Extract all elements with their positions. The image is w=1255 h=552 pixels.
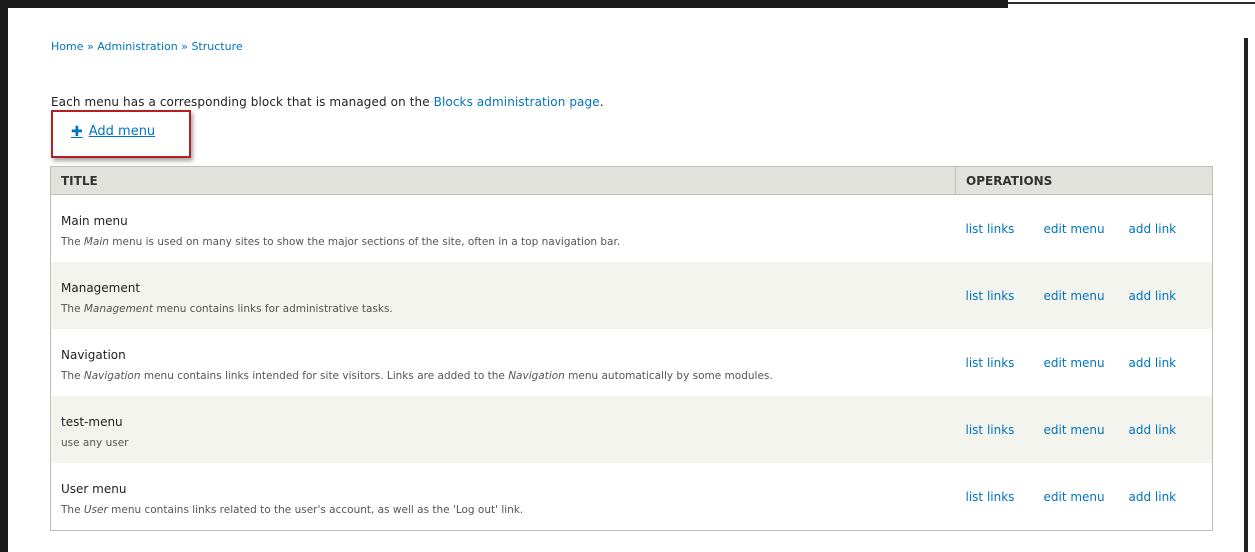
edit-menu-link[interactable]: edit menu	[1044, 222, 1129, 236]
column-header-title: TITLE	[50, 166, 956, 195]
blocks-admin-link[interactable]: Blocks administration page	[434, 95, 600, 109]
window-frame-top-border	[0, 0, 1008, 8]
operations-cell: list links edit menu add link	[955, 262, 1213, 329]
table-row: User menu The User menu contains links r…	[50, 463, 1213, 531]
menu-description: The Management menu contains links for a…	[61, 303, 956, 315]
breadcrumb-separator: »	[86, 40, 94, 53]
table-row: Navigation The Navigation menu contains …	[50, 329, 1213, 396]
menu-table: TITLE OPERATIONS Main menu The Main menu…	[50, 166, 1213, 531]
list-links-link[interactable]: list links	[966, 289, 1044, 303]
description-text: menu contains links intended for site vi…	[140, 369, 509, 382]
description-text: menu contains links related to the user'…	[107, 503, 524, 516]
menu-title: Navigation	[61, 347, 126, 362]
add-link-link[interactable]: add link	[1129, 222, 1177, 236]
description-emphasis: Management	[83, 302, 154, 315]
description-emphasis: Main	[83, 235, 109, 248]
description-text: menu is used on many sites to show the m…	[108, 235, 621, 248]
description-text: The	[61, 369, 84, 382]
intro-text-end: .	[599, 95, 604, 109]
operations-cell: list links edit menu add link	[955, 194, 1213, 262]
breadcrumb-home[interactable]: Home	[51, 40, 83, 53]
menu-title: User menu	[61, 481, 127, 496]
menu-title: test-menu	[61, 414, 123, 429]
window-frame-top-border-thin	[1008, 2, 1255, 4]
add-link-link[interactable]: add link	[1129, 289, 1177, 303]
add-link-link[interactable]: add link	[1129, 490, 1177, 504]
add-menu-label: Add menu	[88, 124, 156, 139]
list-links-link[interactable]: list links	[966, 356, 1044, 370]
menu-description: The Main menu is used on many sites to s…	[61, 236, 956, 248]
table-row: Management The Management menu contains …	[50, 262, 1213, 329]
menu-description: The User menu contains links related to …	[61, 504, 956, 516]
description-text: menu contains links for administrative t…	[153, 302, 393, 315]
menu-title: Main menu	[61, 213, 128, 228]
operations-cell: list links edit menu add link	[955, 396, 1213, 463]
breadcrumb-separator: »	[181, 40, 188, 53]
description-emphasis: User	[83, 503, 108, 516]
breadcrumb: Home » Administration » Structure	[51, 40, 243, 53]
operations-cell: list links edit menu add link	[955, 463, 1213, 531]
window-frame-right-border	[1244, 38, 1248, 552]
add-menu-button[interactable]: ✚ Add menu	[71, 124, 155, 139]
table-row: test-menu use any user list links edit me…	[50, 396, 1213, 463]
menu-title-cell: User menu The User menu contains links r…	[50, 463, 956, 531]
description-text: menu automatically by some modules.	[564, 369, 773, 382]
description-text: use any user	[61, 436, 129, 449]
column-header-operations: OPERATIONS	[955, 166, 1213, 195]
menu-description: The Navigation menu contains links inten…	[61, 370, 956, 382]
breadcrumb-structure[interactable]: Structure	[191, 40, 242, 53]
window-frame-left-border	[0, 0, 8, 552]
edit-menu-link[interactable]: edit menu	[1044, 289, 1129, 303]
plus-icon: ✚	[71, 123, 83, 140]
description-emphasis: Navigation	[508, 369, 565, 382]
description-text: The	[61, 235, 84, 248]
menu-title-cell: Management The Management menu contains …	[50, 262, 956, 329]
table-row: Main menu The Main menu is used on many …	[50, 194, 1213, 262]
menu-title-cell: Navigation The Navigation menu contains …	[50, 329, 956, 396]
menu-title-cell: test-menu use any user	[50, 396, 956, 463]
description-text: The	[61, 302, 84, 315]
edit-menu-link[interactable]: edit menu	[1044, 423, 1129, 437]
description-text: The	[61, 503, 84, 516]
list-links-link[interactable]: list links	[966, 423, 1044, 437]
description-emphasis: Navigation	[83, 369, 141, 382]
intro-text: Each menu has a corresponding block that…	[51, 95, 604, 109]
intro-text-body: Each menu has a corresponding block that…	[51, 95, 430, 109]
add-link-link[interactable]: add link	[1129, 423, 1177, 437]
add-link-link[interactable]: add link	[1129, 356, 1177, 370]
list-links-link[interactable]: list links	[966, 490, 1044, 504]
menu-title: Management	[61, 280, 141, 295]
edit-menu-link[interactable]: edit menu	[1044, 356, 1129, 370]
operations-cell: list links edit menu add link	[955, 329, 1213, 396]
menu-description: use any user	[61, 437, 956, 449]
breadcrumb-administration[interactable]: Administration	[97, 40, 178, 53]
menu-title-cell: Main menu The Main menu is used on many …	[50, 194, 956, 262]
list-links-link[interactable]: list links	[966, 222, 1044, 236]
edit-menu-link[interactable]: edit menu	[1044, 490, 1129, 504]
table-header-row: TITLE OPERATIONS	[50, 166, 1213, 195]
